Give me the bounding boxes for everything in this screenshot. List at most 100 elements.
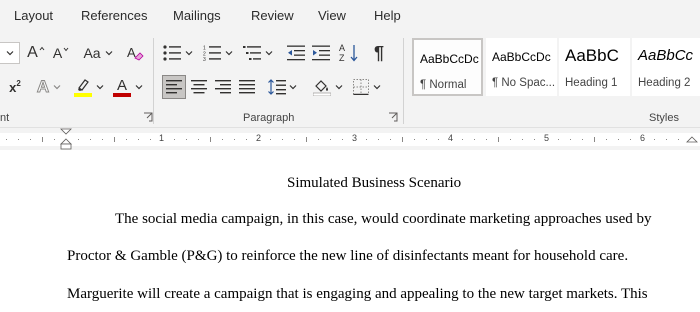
bullet-list-icon <box>163 45 181 61</box>
document-line: Proctor & Gamble (P&G) to reinforce the … <box>67 248 629 264</box>
multilevel-list-icon <box>243 46 261 60</box>
shrink-font-button[interactable]: A <box>51 42 71 64</box>
ruler-ticks <box>6 137 679 142</box>
paragraph-dialog-launcher-icon[interactable] <box>388 112 398 122</box>
style-no-spacing[interactable]: AaBbCcDc ¶ No Spac... <box>486 38 557 96</box>
borders-button[interactable] <box>350 76 384 98</box>
document-page[interactable]: Simulated Business Scenario The social m… <box>0 150 700 312</box>
tab-mailings[interactable]: Mailings <box>173 8 221 23</box>
right-indent-marker-icon[interactable] <box>686 136 698 148</box>
align-center-icon <box>191 80 207 94</box>
ruler-number: 3 <box>352 133 358 143</box>
svg-text:3: 3 <box>203 57 206 61</box>
chevron-down-icon <box>225 51 233 56</box>
chevron-down-icon <box>6 51 13 56</box>
sort-button[interactable]: A Z <box>338 42 362 64</box>
chevron-down-icon <box>373 85 381 90</box>
style-heading-2[interactable]: AaBbCc Heading 2 <box>632 38 700 96</box>
font-color-button[interactable]: A <box>111 76 145 98</box>
tab-review[interactable]: Review <box>251 8 294 23</box>
caret-down-icon <box>63 47 69 52</box>
style-preview-heading-2: AaBbCc <box>638 47 694 64</box>
group-divider <box>153 38 154 124</box>
align-center-button[interactable] <box>188 76 210 98</box>
chevron-down-icon <box>96 85 104 90</box>
tab-references[interactable]: References <box>81 8 147 23</box>
clear-formatting-icon: A <box>127 45 144 61</box>
align-right-button[interactable] <box>212 76 234 98</box>
document-line: The social media campaign, in this case,… <box>115 211 652 227</box>
superscript-icon: x <box>9 79 17 95</box>
increase-indent-button[interactable] <box>310 42 332 64</box>
font-color-swatch <box>113 92 131 97</box>
text-effects-icon: A <box>36 77 50 97</box>
svg-text:A: A <box>127 45 136 60</box>
sort-icon: A Z <box>339 43 358 63</box>
numbering-button[interactable]: 1 2 3 <box>201 42 235 64</box>
pilcrow-icon: ¶ <box>373 42 384 63</box>
highlight-color-swatch <box>74 93 92 97</box>
style-label-heading-1: Heading 1 <box>565 77 618 89</box>
highlight-color-button[interactable] <box>72 76 106 98</box>
tab-help[interactable]: Help <box>374 8 401 23</box>
ruler-number: 1 <box>159 133 165 143</box>
horizontal-ruler[interactable]: 1 2 3 4 5 6 <box>0 128 700 150</box>
multilevel-list-button[interactable] <box>241 42 275 64</box>
sort-letter-z: Z <box>339 53 345 63</box>
tab-layout[interactable]: Layout <box>14 8 53 23</box>
document-title: Simulated Business Scenario <box>287 175 462 191</box>
ruler-number: 5 <box>544 133 550 143</box>
line-spacing-icon <box>267 79 286 95</box>
line-spacing-button[interactable] <box>266 76 298 98</box>
bullets-button[interactable] <box>161 42 195 64</box>
ruler-number: 2 <box>256 133 262 143</box>
align-left-icon <box>166 80 182 94</box>
chevron-down-icon <box>105 51 112 56</box>
font-dialog-launcher-icon[interactable] <box>143 112 153 122</box>
numbered-list-icon: 1 2 3 <box>203 46 221 61</box>
paint-bucket-icon <box>313 80 331 96</box>
shading-button[interactable] <box>311 76 345 98</box>
tab-view[interactable]: View <box>318 8 346 23</box>
chevron-down-icon <box>265 51 273 56</box>
change-case-button[interactable]: Aa <box>80 42 116 64</box>
sort-letter-a: A <box>339 43 345 53</box>
chevron-down-icon <box>289 85 296 90</box>
ruler-strip <box>0 133 700 146</box>
style-preview-normal: AaBbCcDc <box>420 52 479 66</box>
justify-button[interactable] <box>236 76 258 98</box>
decrease-indent-icon <box>287 45 305 61</box>
style-label-normal: ¶ Normal <box>420 79 467 91</box>
align-left-button[interactable] <box>162 75 186 99</box>
style-preview-no-spacing: AaBbCcDc <box>492 50 551 64</box>
group-divider <box>403 38 404 124</box>
style-normal[interactable]: AaBbCcDc ¶ Normal <box>412 38 483 96</box>
font-group-label: nt <box>0 112 10 124</box>
style-heading-1[interactable]: AaBbC Heading 1 <box>559 38 630 96</box>
ribbon-tab-bar: Layout References Mailings Review View H… <box>0 0 700 34</box>
increase-indent-icon <box>312 45 330 61</box>
styles-group-label: Styles <box>649 112 679 124</box>
indent-marker-icon[interactable] <box>60 128 72 150</box>
font-size-dropdown[interactable] <box>0 42 20 64</box>
highlighter-icon <box>74 79 92 97</box>
chevron-down-icon <box>53 85 61 90</box>
shrink-font-icon: A <box>52 45 63 61</box>
superscript-button[interactable]: x 2 <box>4 76 26 98</box>
show-formatting-marks-button[interactable]: ¶ <box>368 42 390 64</box>
grow-font-button[interactable]: A <box>26 42 46 64</box>
grow-font-icon: A <box>27 44 38 61</box>
ruler-number: 4 <box>448 133 454 143</box>
clear-formatting-button[interactable]: A <box>124 42 146 64</box>
paragraph-group-label: Paragraph <box>243 112 295 124</box>
change-case-icon: Aa <box>83 45 101 61</box>
borders-icon <box>353 79 369 95</box>
text-effects-button[interactable]: A <box>34 76 64 98</box>
decrease-indent-button[interactable] <box>285 42 307 64</box>
style-label-heading-2: Heading 2 <box>638 77 691 89</box>
document-line: Marguerite will create a campaign that i… <box>67 286 648 302</box>
ribbon: A A Aa A x 2 A A nt 1 2 3 A Z ¶ Paragrap… <box>0 34 700 128</box>
ruler-number: 6 <box>640 133 646 143</box>
superscript-exponent: 2 <box>16 78 21 88</box>
font-color-icon: A <box>116 76 127 94</box>
